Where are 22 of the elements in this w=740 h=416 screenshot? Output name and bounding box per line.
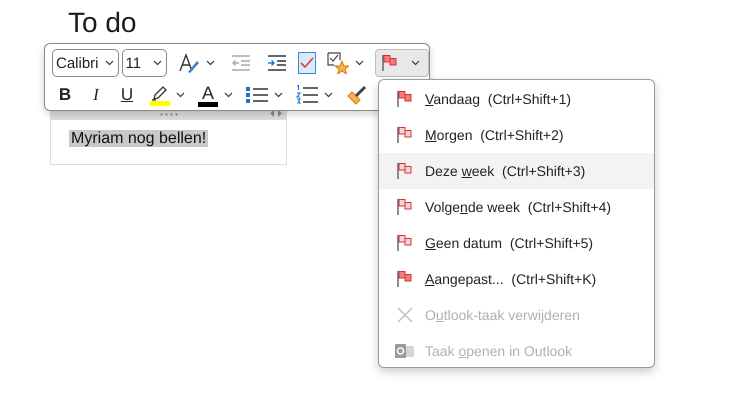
- menu-item[interactable]: Vandaag (Ctrl+Shift+1): [379, 81, 654, 117]
- menu-item-label: Volgende week (Ctrl+Shift+4): [425, 199, 612, 215]
- italic-button[interactable]: I: [83, 81, 109, 109]
- menu-item[interactable]: Deze week (Ctrl+Shift+3): [379, 153, 654, 189]
- menu-item-label: Outlook-taak verwijderen: [425, 307, 580, 323]
- menu-item-label: Taak openen in Outlook: [425, 343, 572, 359]
- font-size-select[interactable]: 11: [122, 49, 168, 77]
- menu-item-label: Vandaag (Ctrl+Shift+1): [425, 91, 572, 107]
- note-text: Myriam nog bellen!: [69, 130, 208, 147]
- menu-item[interactable]: Geen datum (Ctrl+Shift+5): [379, 225, 654, 261]
- menu-item[interactable]: Aangepast... (Ctrl+Shift+K): [379, 261, 654, 297]
- font-color-button[interactable]: A: [193, 81, 238, 109]
- menu-item-label: Geen datum (Ctrl+Shift+5): [425, 235, 594, 251]
- menu-item-label: Deze week (Ctrl+Shift+3): [425, 163, 586, 179]
- menu-item-label: Morgen (Ctrl+Shift+2): [425, 127, 564, 143]
- underline-button[interactable]: U: [114, 81, 140, 109]
- bold-button[interactable]: B: [52, 81, 78, 109]
- menu-item[interactable]: Volgende week (Ctrl+Shift+4): [379, 189, 654, 225]
- menu-item-label: Aangepast... (Ctrl+Shift+K): [425, 271, 596, 287]
- font-name-select[interactable]: Calibri: [52, 49, 119, 77]
- menu-item[interactable]: Morgen (Ctrl+Shift+2): [379, 117, 654, 153]
- page-title: To do: [68, 6, 136, 40]
